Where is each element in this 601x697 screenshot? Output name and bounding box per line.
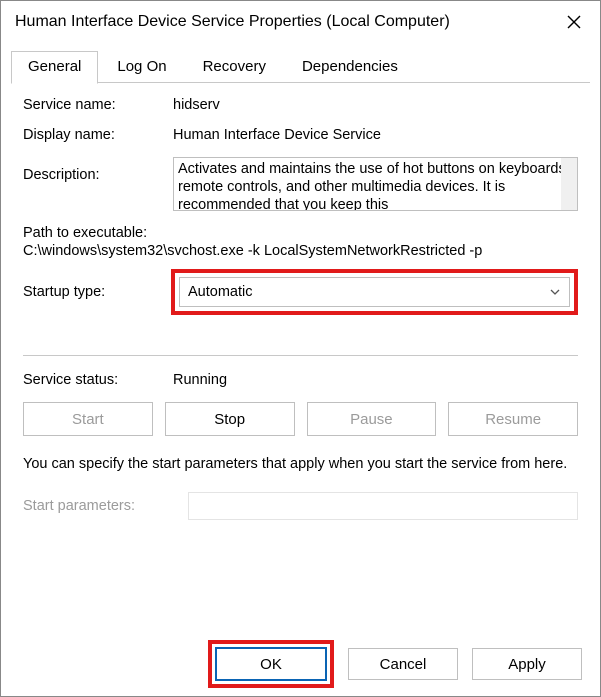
start-params-hint: You can specify the start parameters tha… bbox=[23, 454, 578, 474]
path-value: C:\windows\system32\svchost.exe -k Local… bbox=[23, 243, 578, 259]
service-name-value: hidserv bbox=[173, 97, 578, 113]
service-status-value: Running bbox=[173, 372, 578, 388]
start-button: Start bbox=[23, 402, 153, 436]
startup-type-combobox[interactable]: Automatic bbox=[179, 277, 570, 307]
start-params-input bbox=[188, 492, 578, 520]
cancel-button[interactable]: Cancel bbox=[348, 648, 458, 680]
tab-recovery[interactable]: Recovery bbox=[186, 51, 283, 83]
titlebar: Human Interface Device Service Propertie… bbox=[1, 1, 600, 43]
pause-button: Pause bbox=[307, 402, 437, 436]
startup-type-label: Startup type: bbox=[23, 284, 173, 300]
startup-type-highlight: Automatic bbox=[171, 269, 578, 315]
resume-button: Resume bbox=[448, 402, 578, 436]
close-icon bbox=[567, 15, 581, 29]
chevron-down-icon bbox=[549, 286, 561, 298]
description-box[interactable]: Activates and maintains the use of hot b… bbox=[173, 157, 578, 211]
row-description: Description: Activates and maintains the… bbox=[23, 157, 578, 211]
display-name-label: Display name: bbox=[23, 127, 173, 143]
tab-dependencies[interactable]: Dependencies bbox=[285, 51, 415, 83]
description-label: Description: bbox=[23, 157, 173, 183]
service-status-label: Service status: bbox=[23, 372, 173, 388]
tab-content-general: Service name: hidserv Display name: Huma… bbox=[1, 83, 600, 520]
close-button[interactable] bbox=[552, 6, 596, 38]
window-title: Human Interface Device Service Propertie… bbox=[15, 13, 552, 31]
service-control-buttons: Start Stop Pause Resume bbox=[23, 402, 578, 436]
row-service-status: Service status: Running bbox=[23, 372, 578, 388]
dialog-footer: OK Cancel Apply bbox=[208, 640, 582, 688]
row-startup-type: Startup type: Automatic bbox=[23, 269, 578, 315]
row-start-params: Start parameters: bbox=[23, 492, 578, 520]
row-display-name: Display name: Human Interface Device Ser… bbox=[23, 127, 578, 143]
service-name-label: Service name: bbox=[23, 97, 173, 113]
description-scrollbar[interactable] bbox=[561, 158, 577, 210]
stop-button[interactable]: Stop bbox=[165, 402, 295, 436]
ok-button[interactable]: OK bbox=[216, 648, 326, 680]
start-params-label: Start parameters: bbox=[23, 498, 188, 514]
tab-strip: General Log On Recovery Dependencies bbox=[11, 51, 590, 83]
startup-type-value: Automatic bbox=[188, 284, 252, 300]
tab-logon[interactable]: Log On bbox=[100, 51, 183, 83]
separator bbox=[23, 355, 578, 356]
properties-dialog: Human Interface Device Service Propertie… bbox=[0, 0, 601, 697]
apply-button[interactable]: Apply bbox=[472, 648, 582, 680]
row-service-name: Service name: hidserv bbox=[23, 97, 578, 113]
row-path: Path to executable: C:\windows\system32\… bbox=[23, 225, 578, 259]
description-text: Activates and maintains the use of hot b… bbox=[178, 161, 570, 211]
tab-general[interactable]: General bbox=[11, 51, 98, 84]
ok-button-highlight: OK bbox=[208, 640, 334, 688]
display-name-value: Human Interface Device Service bbox=[173, 127, 578, 143]
path-label: Path to executable: bbox=[23, 225, 578, 241]
